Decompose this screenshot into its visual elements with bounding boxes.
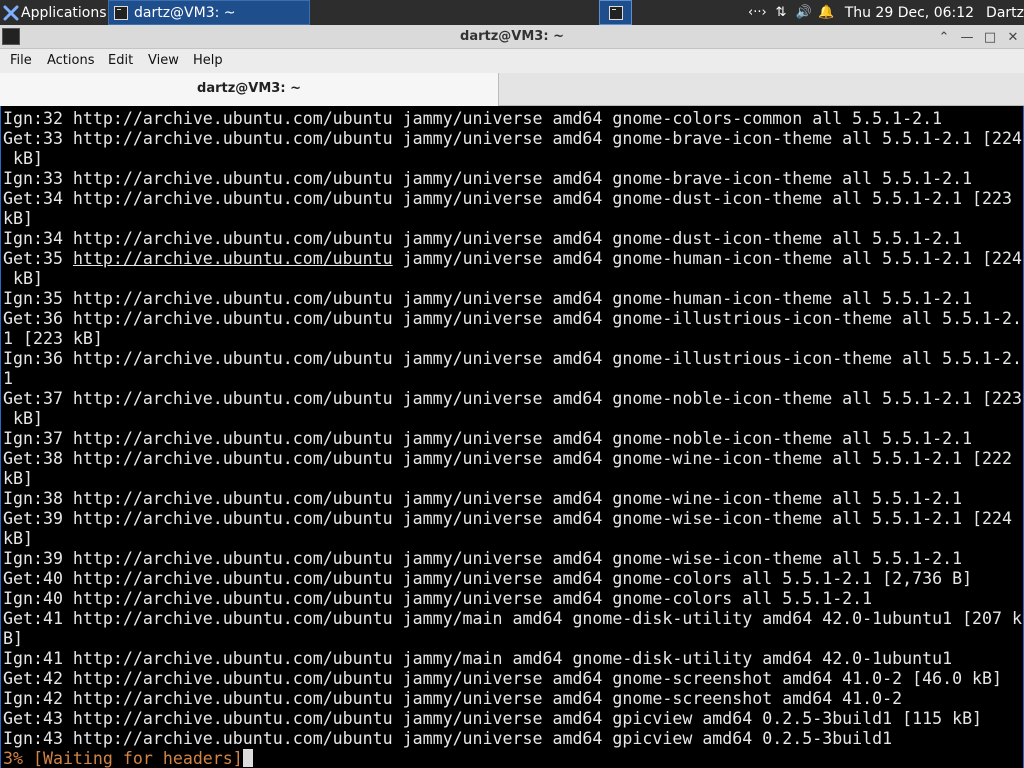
terminal-line: Get:34 http://archive.ubuntu.com/ubuntu … [3, 189, 1013, 208]
terminal-line: Get:40 http://archive.ubuntu.com/ubuntu … [3, 569, 973, 588]
terminal-line: Ign:36 http://archive.ubuntu.com/ubuntu … [3, 349, 1023, 368]
taskbar-window-label: dartz@VM3: ~ [134, 4, 236, 21]
terminal-line: kB] [3, 209, 33, 228]
network-icon[interactable]: ‹··› [748, 3, 767, 23]
terminal-line: Get:41 http://archive.ubuntu.com/ubuntu … [3, 609, 1023, 628]
terminal-line: Ign:38 http://archive.ubuntu.com/ubuntu … [3, 489, 963, 508]
terminal-line: Ign:32 http://archive.ubuntu.com/ubuntu … [3, 109, 943, 128]
terminal-line: Ign:33 http://archive.ubuntu.com/ubuntu … [3, 169, 973, 188]
maximize-up-icon[interactable]: ⌃ [935, 28, 953, 46]
minimize-icon[interactable]: — [958, 28, 976, 46]
workspace-terminal-icon [608, 5, 623, 20]
terminal-line: Get:39 http://archive.ubuntu.com/ubuntu … [3, 509, 1013, 528]
progress-status: 3% [Waiting for headers] [3, 749, 243, 768]
terminal-line: Get:42 http://archive.ubuntu.com/ubuntu … [3, 669, 1003, 688]
terminal-line-suffix: jammy/universe amd64 gnome-human-icon-th… [392, 249, 1023, 268]
terminal-line: 1 [3, 369, 13, 388]
menu-actions[interactable]: Actions [47, 49, 95, 73]
close-icon[interactable]: ✕ [1004, 28, 1022, 46]
terminal-line: Ign:43 http://archive.ubuntu.com/ubuntu … [3, 729, 893, 748]
menu-view[interactable]: View [148, 49, 179, 73]
terminal-line: Ign:42 http://archive.ubuntu.com/ubuntu … [3, 689, 903, 708]
terminal-line: Ign:34 http://archive.ubuntu.com/ubuntu … [3, 229, 963, 248]
progress-line: 3% [Waiting for headers] [3, 749, 1023, 768]
tab-terminal[interactable]: dartz@VM3: ~ [0, 73, 499, 106]
terminal-line: Ign:41 http://archive.ubuntu.com/ubuntu … [3, 649, 953, 668]
terminal-line-prefix: Get:35 [3, 249, 73, 268]
terminal-output[interactable]: Ign:32 http://archive.ubuntu.com/ubuntu … [0, 106, 1024, 768]
menu-edit[interactable]: Edit [108, 49, 133, 73]
terminal-url-link[interactable]: http://archive.ubuntu.com/ubuntu [73, 249, 393, 268]
tab-bar: dartz@VM3: ~ [0, 73, 1024, 106]
transfer-icon[interactable]: ⇅ [773, 3, 790, 23]
terminal-icon [114, 5, 128, 20]
restore-icon[interactable]: □ [981, 28, 999, 46]
terminal-line: kB] [3, 469, 33, 488]
workspace-switcher[interactable] [599, 0, 632, 25]
terminal-line: Get:33 http://archive.ubuntu.com/ubuntu … [3, 129, 1023, 148]
volume-icon[interactable]: 🔊 [795, 3, 812, 23]
terminal-line: Get:36 http://archive.ubuntu.com/ubuntu … [3, 309, 1023, 328]
terminal-line: kB] [3, 529, 33, 548]
terminal-line: Ign:35 http://archive.ubuntu.com/ubuntu … [3, 289, 973, 308]
menu-help[interactable]: Help [193, 49, 223, 73]
window-titlebar[interactable]: dartz@VM3: ~ ⌃ — □ ✕ [0, 25, 1024, 49]
terminal-line: Get:37 http://archive.ubuntu.com/ubuntu … [3, 389, 1023, 408]
applications-menu-button[interactable]: Applications [0, 0, 108, 25]
user-menu[interactable]: Dartz [986, 5, 1024, 21]
applications-label: Applications [21, 4, 107, 21]
terminal-cursor [242, 749, 253, 767]
terminal-line: Get:38 http://archive.ubuntu.com/ubuntu … [3, 449, 1013, 468]
terminal-line: Ign:39 http://archive.ubuntu.com/ubuntu … [3, 549, 963, 568]
xfce-logo-icon [3, 5, 19, 20]
terminal-lines: Ign:32 http://archive.ubuntu.com/ubuntu … [3, 109, 1023, 768]
terminal-line: kB] [3, 269, 43, 288]
terminal-line: Ign:40 http://archive.ubuntu.com/ubuntu … [3, 589, 873, 608]
terminal-line: Ign:37 http://archive.ubuntu.com/ubuntu … [3, 429, 973, 448]
terminal-line: kB] [3, 149, 43, 168]
terminal-line: Get:43 http://archive.ubuntu.com/ubuntu … [3, 709, 983, 728]
clock[interactable]: Thu 29 Dec, 06:12 [845, 5, 974, 21]
terminal-line: 1 [223 kB] [3, 329, 103, 348]
terminal-line: B] [3, 629, 23, 648]
window-title: dartz@VM3: ~ [460, 29, 564, 44]
taskbar-window-button[interactable]: dartz@VM3: ~ [108, 0, 310, 25]
terminal-line: kB] [3, 409, 43, 428]
notification-bell-icon[interactable]: 🔔 [818, 3, 835, 23]
system-tray: ‹··› ⇅ 🔊 🔔 Thu 29 Dec, 06:12 Dartz [748, 0, 1024, 25]
terminal-line: Get:35 http://archive.ubuntu.com/ubuntu … [3, 249, 1023, 269]
top-panel: Applications dartz@VM3: ~ ‹··› ⇅ 🔊 🔔 Thu… [0, 0, 1024, 25]
menu-bar: File Actions Edit View Help [0, 49, 1024, 73]
menu-file[interactable]: File [10, 49, 32, 73]
